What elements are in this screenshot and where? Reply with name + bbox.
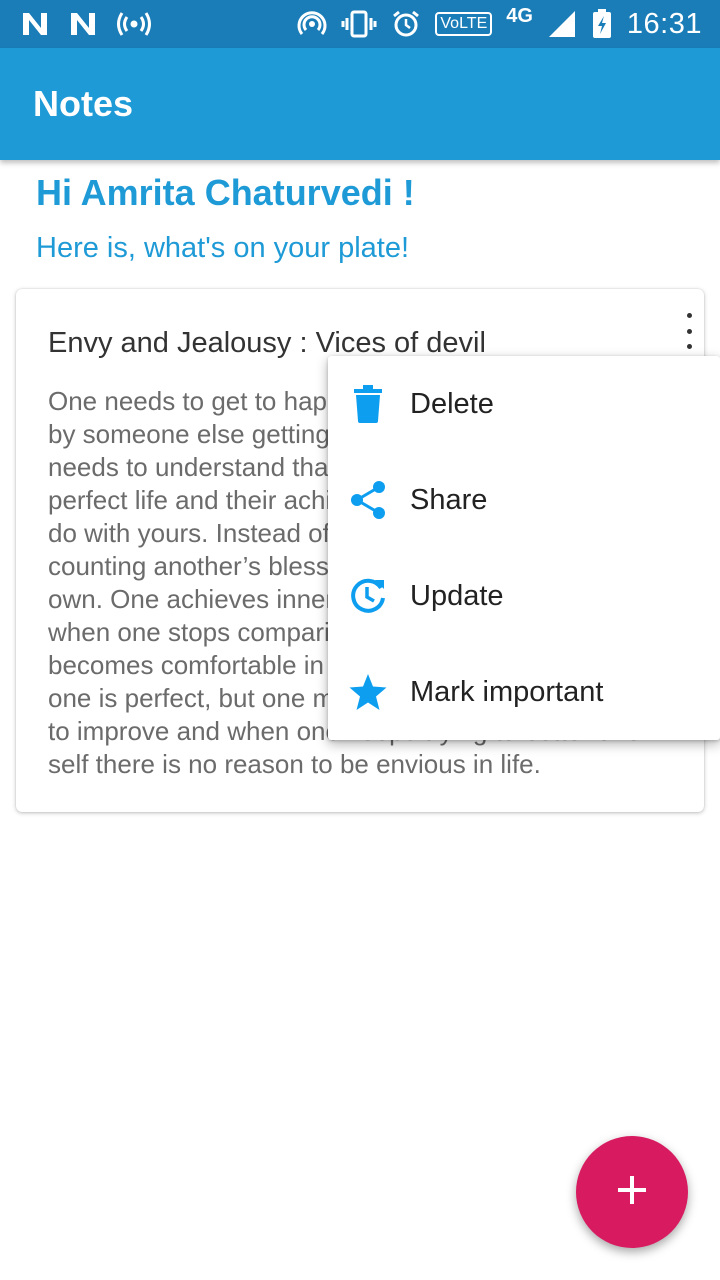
greeting-title: Hi Amrita Chaturvedi ! bbox=[36, 172, 415, 213]
update-icon bbox=[348, 576, 388, 616]
app-title: Notes bbox=[33, 83, 134, 124]
add-note-button[interactable] bbox=[576, 1136, 688, 1248]
battery-icon bbox=[591, 9, 613, 39]
menu-item-delete[interactable]: Delete bbox=[328, 356, 720, 452]
greeting-subtitle: Here is, what's on your plate! bbox=[36, 232, 410, 264]
volte-badge: VoLTE bbox=[435, 12, 493, 36]
signal-icon bbox=[547, 9, 577, 39]
hotspot-icon bbox=[116, 11, 152, 37]
alarm-icon bbox=[391, 9, 421, 39]
menu-item-update[interactable]: Update bbox=[328, 548, 720, 644]
star-icon bbox=[348, 672, 388, 712]
menu-item-label: Share bbox=[410, 483, 488, 516]
vibrate-icon bbox=[341, 10, 377, 38]
share-icon bbox=[348, 480, 388, 520]
more-options-icon[interactable] bbox=[680, 311, 698, 351]
cast-icon bbox=[297, 9, 327, 39]
app-bar: Notes bbox=[0, 48, 720, 160]
plus-icon bbox=[615, 1173, 649, 1212]
menu-item-label: Mark important bbox=[410, 675, 604, 708]
menu-item-label: Delete bbox=[410, 387, 494, 420]
clock: 16:31 bbox=[626, 7, 702, 40]
trash-icon bbox=[348, 384, 388, 424]
menu-item-share[interactable]: Share bbox=[328, 452, 720, 548]
note-options-menu: Delete Share Update Mark important bbox=[328, 356, 720, 740]
status-bar: VoLTE 4G 16:31 bbox=[0, 0, 720, 48]
menu-item-mark-important[interactable]: Mark important bbox=[328, 644, 720, 740]
n-icon bbox=[20, 11, 50, 37]
n-icon bbox=[68, 11, 98, 37]
menu-item-label: Update bbox=[410, 579, 504, 612]
network-type: 4G bbox=[506, 4, 533, 27]
